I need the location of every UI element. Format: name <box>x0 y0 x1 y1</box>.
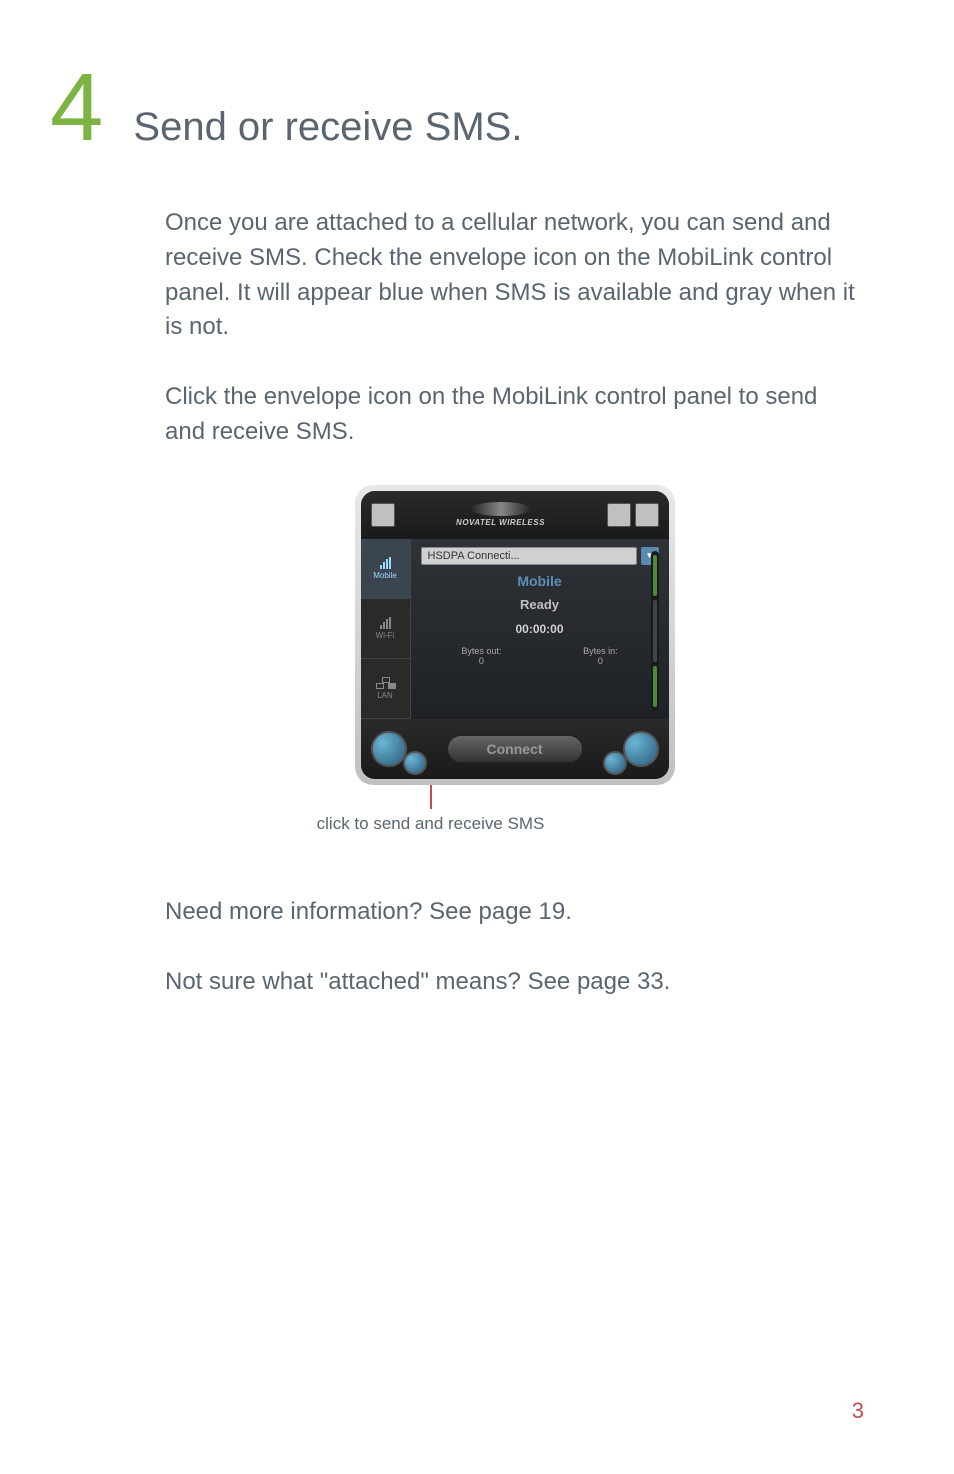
connect-button: Connect <box>447 735 583 763</box>
device-main-panel: HSDPA Connecti... ▼ Mobile Ready 00:00:0… <box>411 539 669 719</box>
sidebar-wifi-label: Wi-Fi <box>376 631 395 640</box>
bytes-out-value: 0 <box>461 656 501 666</box>
logo-swoosh-icon <box>471 502 531 516</box>
footer-info-2: Not sure what "attached" means? See page… <box>165 965 864 1000</box>
top-left-icon <box>371 503 395 527</box>
right-round-button <box>623 731 659 767</box>
bottom-right-small-button <box>603 751 627 775</box>
sidebar-lan-label: LAN <box>377 691 393 700</box>
brand-text: NOVATEL WIRELESS <box>456 518 545 527</box>
device-frame: NOVATEL WIRELESS <box>355 485 675 785</box>
left-round-button <box>371 731 407 767</box>
carrier-label: Mobile <box>421 573 659 589</box>
connection-timer: 00:00:00 <box>515 622 563 636</box>
close-icon <box>635 503 659 527</box>
footer-info-1: Need more information? See page 19. <box>165 895 864 930</box>
mobile-signal-icon <box>380 557 391 569</box>
connection-dropdown: HSDPA Connecti... <box>421 547 637 565</box>
page-number: 3 <box>852 1398 864 1424</box>
device-bottom-bar: Connect <box>361 719 669 779</box>
bytes-in-label: Bytes in: <box>583 646 618 656</box>
sidebar-tab-lan: LAN <box>361 659 410 719</box>
signal-indicator <box>651 551 659 711</box>
sidebar-tab-wifi: Wi-Fi <box>361 599 410 659</box>
callout-caption: click to send and receive SMS <box>317 813 545 835</box>
step-number: 4 <box>50 60 103 156</box>
bytes-in-value: 0 <box>583 656 618 666</box>
device-screenshot-figure: NOVATEL WIRELESS <box>165 485 864 835</box>
step-title: Send or receive SMS. <box>133 105 522 150</box>
sms-envelope-button <box>403 751 427 775</box>
lan-icon <box>376 677 394 689</box>
minimize-icon <box>607 503 631 527</box>
intro-paragraph-1: Once you are attached to a cellular netw… <box>165 206 864 345</box>
device-topbar: NOVATEL WIRELESS <box>361 491 669 539</box>
brand-logo: NOVATEL WIRELESS <box>456 502 545 527</box>
sidebar-mobile-label: Mobile <box>373 571 397 580</box>
bytes-out-label: Bytes out: <box>461 646 501 656</box>
sidebar-tab-mobile: Mobile <box>361 539 410 599</box>
status-label: Ready <box>421 597 659 612</box>
wifi-signal-icon <box>380 617 391 629</box>
intro-paragraph-2: Click the envelope icon on the MobiLink … <box>165 380 864 450</box>
device-sidebar: Mobile Wi-Fi LAN <box>361 539 411 719</box>
